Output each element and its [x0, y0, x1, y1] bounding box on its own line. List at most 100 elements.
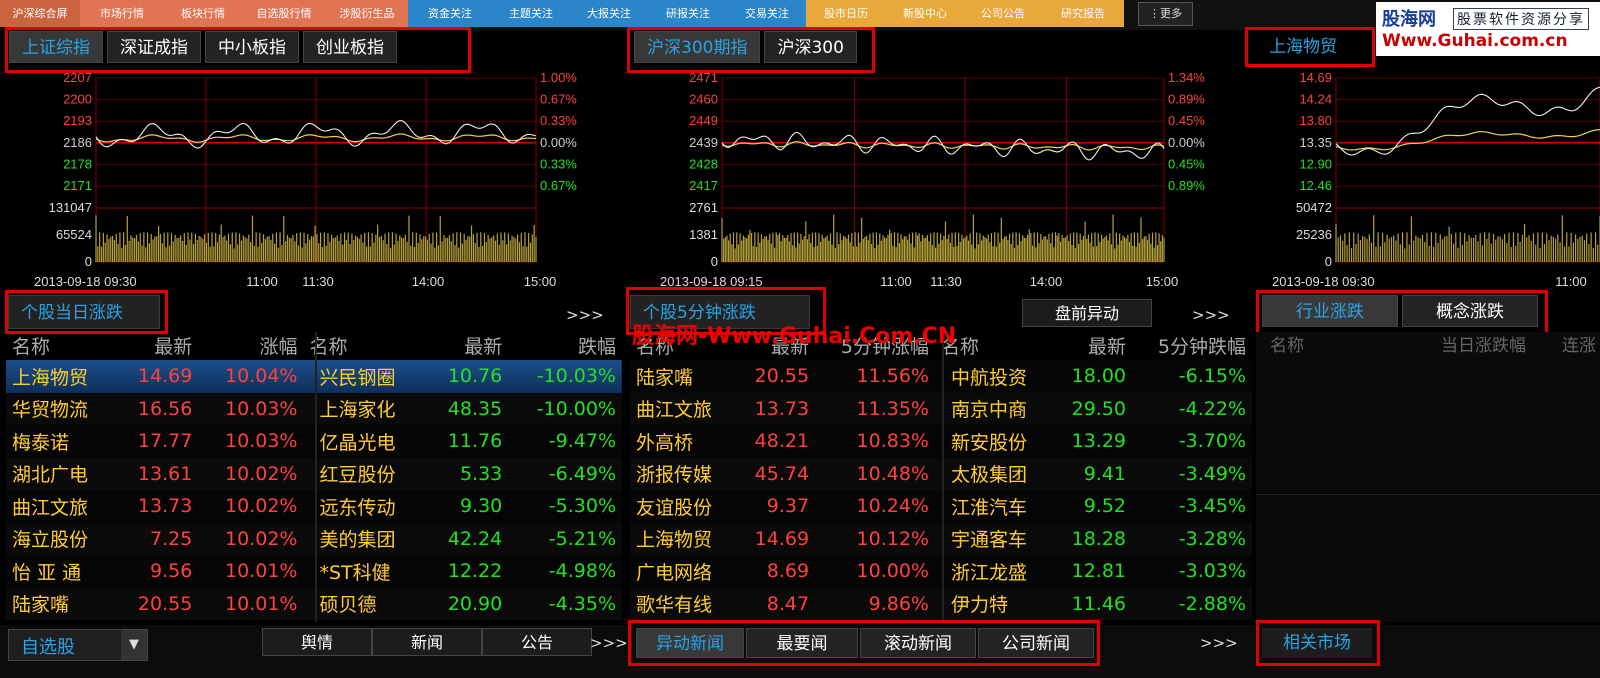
tab-gem-index[interactable]: 创业板指: [303, 31, 397, 63]
tab-stock[interactable]: 上海物贸: [1257, 31, 1349, 63]
tab-hs300[interactable]: 沪深300: [764, 31, 857, 63]
table-row[interactable]: 曲江文旅 13.73 11.35% 南京中商 29.50 -4.22%: [630, 392, 1252, 425]
nav-tab[interactable]: 股市日历: [806, 0, 886, 27]
sector-table: 名称 当日涨跌幅 连涨: [1256, 332, 1600, 622]
nav-tab[interactable]: 主题关注: [492, 0, 570, 27]
table-row[interactable]: 陆家嘴 20.55 11.56% 中航投资 18.00 -6.15%: [630, 360, 1252, 393]
table-row[interactable]: 湖北广电 13.61 10.02% 红豆股份 5.33 -6.49%: [6, 457, 622, 490]
daily-change-title[interactable]: 个股当日涨跌: [8, 295, 160, 329]
chevron-down-icon[interactable]: ▼: [121, 630, 147, 660]
table-row[interactable]: 梅泰诺 17.77 10.03% 亿晶光电 11.76 -9.47%: [6, 425, 622, 458]
stock-change: -3.70%: [1178, 430, 1246, 453]
column-header: 最新: [464, 335, 503, 358]
stock-price: 48.21: [754, 430, 810, 453]
tab-concept[interactable]: 概念涨跌: [1402, 295, 1538, 327]
volume-tick: 0: [711, 254, 718, 269]
stock-change: 9.86%: [868, 592, 929, 615]
watchlist-select[interactable]: 自选股 ▼: [8, 629, 148, 661]
stock-change: -5.30%: [548, 495, 616, 518]
nav-tab[interactable]: 涉股衍生品: [326, 0, 408, 27]
table-row[interactable]: 广电网络 8.69 10.00% 浙江龙盛 12.81 -3.03%: [630, 555, 1252, 588]
price-tick: 2171: [63, 178, 92, 193]
more-button[interactable]: ⋮更多: [1138, 2, 1193, 26]
table-row[interactable]: 海立股份 7.25 10.02% 美的集团 42.24 -5.21%: [6, 522, 622, 555]
table-row[interactable]: 上海物贸 14.69 10.12% 宇通客车 18.28 -3.28%: [630, 522, 1252, 555]
tab-company-news[interactable]: 公司新闻: [978, 628, 1094, 658]
nav-tab[interactable]: 研究报告: [1042, 0, 1124, 27]
stock-price: 8.47: [766, 592, 810, 615]
sh-composite-chart[interactable]: 2207 1.00% 2200 0.67% 2193 0.33% 2186 0.00% 2178…: [0, 70, 620, 292]
hs300-chart[interactable]: 2471 1.34% 2460 0.89% 2449 0.45% 2439 0.00% 2428…: [626, 70, 1254, 292]
table-row[interactable]: 怡 亚 通 9.56 10.01% *ST科健 12.22 -4.98%: [6, 555, 622, 588]
stock-price: 11.76: [447, 430, 503, 453]
tab-rolling-news[interactable]: 滚动新闻: [860, 628, 976, 658]
tab-sh-composite[interactable]: 上证综指: [9, 31, 103, 63]
brand-url: Www.Guhai.com.cn: [1382, 31, 1568, 51]
time-label: 15:00: [524, 274, 557, 289]
tab-sme-index[interactable]: 中小板指: [205, 31, 299, 63]
nav-tab[interactable]: 市场行情: [80, 0, 164, 27]
price-tick: 2460: [689, 92, 718, 107]
stock-change: -3.03%: [1178, 560, 1246, 583]
stock-name: 伊力特: [950, 594, 1008, 617]
nav-tab[interactable]: 新股中心: [886, 0, 964, 27]
stock-name: 浙报传媒: [636, 464, 713, 487]
stock-change: 11.35%: [856, 397, 929, 420]
nav-tab[interactable]: 大报关注: [570, 0, 648, 27]
nav-tab[interactable]: 交易关注: [728, 0, 806, 27]
bottom-more-2[interactable]: >>>: [1200, 634, 1238, 652]
panel2-more[interactable]: >>>: [1192, 306, 1230, 324]
stock-name: 浙江龙盛: [950, 561, 1027, 584]
tab-top-news[interactable]: 最要闻: [746, 628, 858, 658]
nav-tab[interactable]: 沪深综合屏: [0, 0, 80, 27]
tab-news[interactable]: 新闻: [372, 628, 482, 656]
table-row[interactable]: 陆家嘴 20.55 10.01% 硕贝德 20.90 -4.35%: [6, 587, 622, 620]
table-row[interactable]: 上海物贸 14.69 10.04% 兴民钢圈 10.76 -10.03%: [6, 360, 622, 393]
time-label: 15:00: [1146, 274, 1179, 289]
stock-change: 10.24%: [856, 495, 929, 518]
stock-price: 9.52: [1083, 495, 1127, 518]
table-row[interactable]: 华贸物流 16.56 10.03% 上海家化 48.35 -10.00%: [6, 392, 622, 425]
nav-tab[interactable]: 自选股行情: [242, 0, 326, 27]
price-tick: 2178: [63, 156, 92, 171]
stock-name: 红豆股份: [319, 464, 396, 487]
price-tick: 2449: [689, 113, 718, 128]
tab-industry[interactable]: 行业涨跌: [1262, 295, 1398, 327]
stock-change: -3.28%: [1178, 527, 1246, 550]
tab-hs300-futures[interactable]: 沪深300期指: [634, 31, 761, 63]
panel1-more[interactable]: >>>: [566, 306, 604, 324]
divider: [942, 332, 944, 622]
nav-tab[interactable]: 研报关注: [648, 0, 728, 27]
stock-name: 湖北广电: [12, 464, 89, 487]
pre-market-button[interactable]: 盘前异动: [1022, 299, 1152, 327]
table-row[interactable]: 友谊股份 9.37 10.24% 江淮汽车 9.52 -3.45%: [630, 490, 1252, 523]
stock-price: 9.37: [766, 495, 810, 518]
tab-abnormal-news[interactable]: 异动新闻: [636, 628, 744, 658]
stock-chart[interactable]: 14.69 14.24 13.80 13.35 12.90 12.46 50472 25236…: [1256, 70, 1600, 292]
related-market-tab[interactable]: 相关市场: [1262, 628, 1372, 658]
nav-items: 沪深综合屏 市场行情 板块行情 自选股行情 涉股衍生品 资金关注 主题关注 大报关注 研报关注交…: [0, 0, 1124, 30]
stock-name: 陆家嘴: [12, 594, 70, 617]
nav-tab[interactable]: 资金关注: [408, 0, 492, 27]
bottom-more[interactable]: >>>: [590, 634, 628, 652]
price-tick: 2428: [689, 156, 718, 171]
table-row[interactable]: 浙报传媒 45.74 10.48% 太极集团 9.41 -3.49%: [630, 457, 1252, 490]
average-line: [1335, 129, 1600, 151]
volume-tick: 1381: [689, 227, 718, 242]
table-row[interactable]: 曲江文旅 13.73 10.02% 远东传动 9.30 -5.30%: [6, 490, 622, 523]
stock-change: 10.83%: [856, 430, 929, 453]
time-label: 11:00: [246, 274, 278, 289]
nav-tab[interactable]: 板块行情: [164, 0, 242, 27]
stock-name: *ST科健: [319, 561, 391, 584]
table-row[interactable]: 歌华有线 8.47 9.86% 伊力特 11.46 -2.88%: [630, 587, 1252, 620]
volume-tick: 50472: [1296, 200, 1332, 215]
stock-change: -9.47%: [548, 430, 616, 453]
column-header: 名称: [12, 335, 51, 358]
nav-tab[interactable]: 公司公告: [964, 0, 1042, 27]
tab-sentiment[interactable]: 舆情: [262, 628, 372, 656]
tab-sz-component[interactable]: 深证成指: [107, 31, 201, 63]
stock-name: 新安股份: [950, 431, 1027, 454]
stock-change: 10.03%: [225, 430, 298, 453]
tab-announcement[interactable]: 公告: [482, 628, 592, 656]
table-row[interactable]: 外高桥 48.21 10.83% 新安股份 13.29 -3.70%: [630, 425, 1252, 458]
